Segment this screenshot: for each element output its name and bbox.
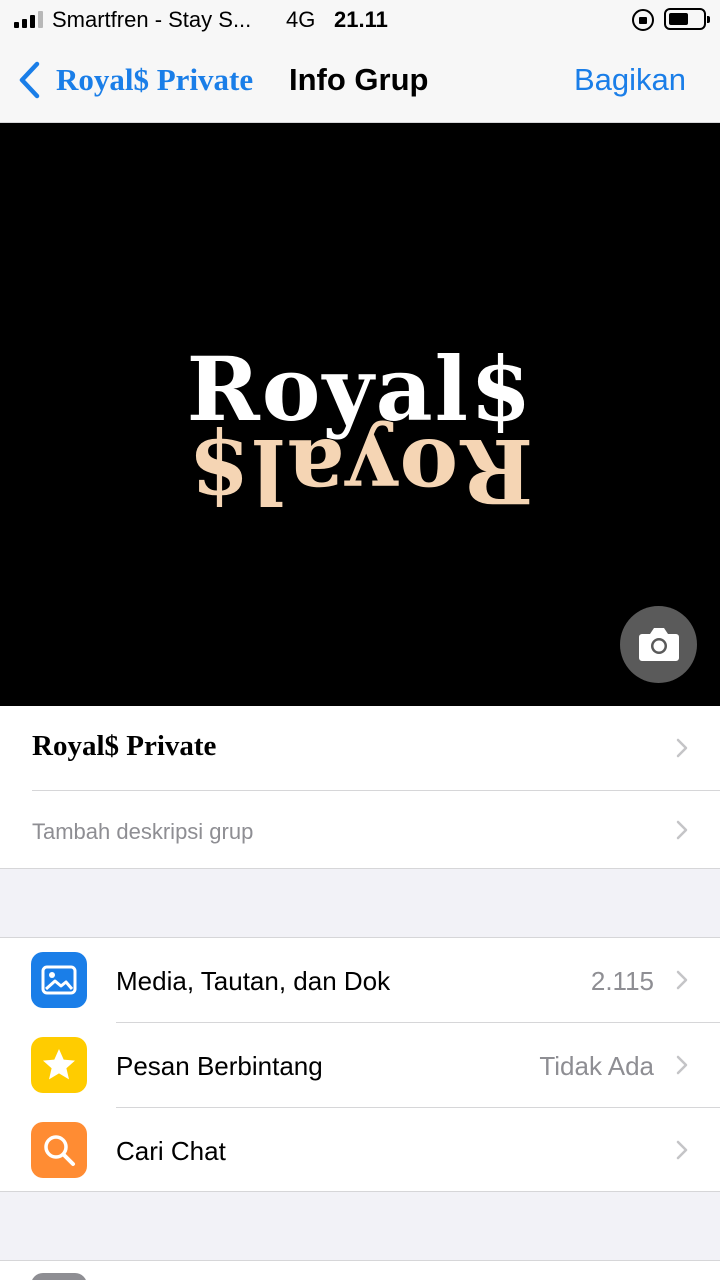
menu-item-label: Media, Tautan, dan Dok bbox=[116, 966, 391, 996]
group-description-placeholder: Tambah deskripsi grup bbox=[32, 819, 254, 844]
group-description-row[interactable]: Tambah deskripsi grup bbox=[0, 791, 720, 869]
navigation-bar: Royal$ Private Info Grup Bagikan bbox=[0, 40, 720, 123]
next-options-card bbox=[0, 1260, 720, 1280]
network-type: 4G bbox=[286, 7, 316, 32]
menu-item-label: Pesan Berbintang bbox=[116, 1051, 323, 1081]
signal-strength-icon bbox=[14, 10, 43, 28]
settings-icon bbox=[31, 1273, 87, 1280]
battery-icon bbox=[664, 8, 710, 30]
group-name-row[interactable]: Royal$ Private bbox=[0, 706, 720, 791]
chevron-right-icon bbox=[676, 738, 688, 758]
search-icon bbox=[31, 1122, 87, 1178]
share-button[interactable]: Bagikan bbox=[574, 62, 686, 98]
group-name: Royal$ Private bbox=[32, 730, 217, 762]
back-button[interactable]: Royal$ Private bbox=[56, 62, 253, 98]
change-photo-button[interactable] bbox=[620, 606, 697, 683]
chevron-right-icon bbox=[676, 970, 688, 990]
group-photo[interactable]: Royal$ Royal$ bbox=[0, 123, 720, 706]
media-links-docs-row[interactable]: Media, Tautan, dan Dok 2.115 bbox=[0, 938, 720, 1023]
back-chevron-icon[interactable] bbox=[16, 60, 44, 100]
group-logo-reflection: Royal$ bbox=[186, 419, 534, 523]
starred-messages-row[interactable]: Pesan Berbintang Tidak Ada bbox=[0, 1023, 720, 1108]
star-icon bbox=[31, 1037, 87, 1093]
group-options-card: Media, Tautan, dan Dok 2.115 Pesan Berbi… bbox=[0, 937, 720, 1192]
starred-count: Tidak Ada bbox=[539, 1051, 654, 1081]
carrier-name: Smartfren - Stay S... bbox=[52, 7, 252, 32]
chevron-right-icon bbox=[676, 1140, 688, 1160]
status-bar: Smartfren - Stay S... 4G 21.11 bbox=[0, 0, 720, 40]
chevron-right-icon bbox=[676, 820, 688, 840]
rotation-lock-icon bbox=[632, 9, 654, 31]
clock: 21.11 bbox=[334, 7, 388, 32]
page-title: Info Grup bbox=[289, 62, 429, 97]
camera-icon bbox=[639, 628, 679, 661]
menu-item-label: Cari Chat bbox=[116, 1136, 226, 1166]
group-details-card: Royal$ Private Tambah deskripsi grup bbox=[0, 706, 720, 869]
search-chat-row[interactable]: Cari Chat bbox=[0, 1108, 720, 1193]
media-count: 2.115 bbox=[590, 966, 654, 996]
chevron-right-icon bbox=[676, 1055, 688, 1075]
photo-icon bbox=[31, 952, 87, 1008]
